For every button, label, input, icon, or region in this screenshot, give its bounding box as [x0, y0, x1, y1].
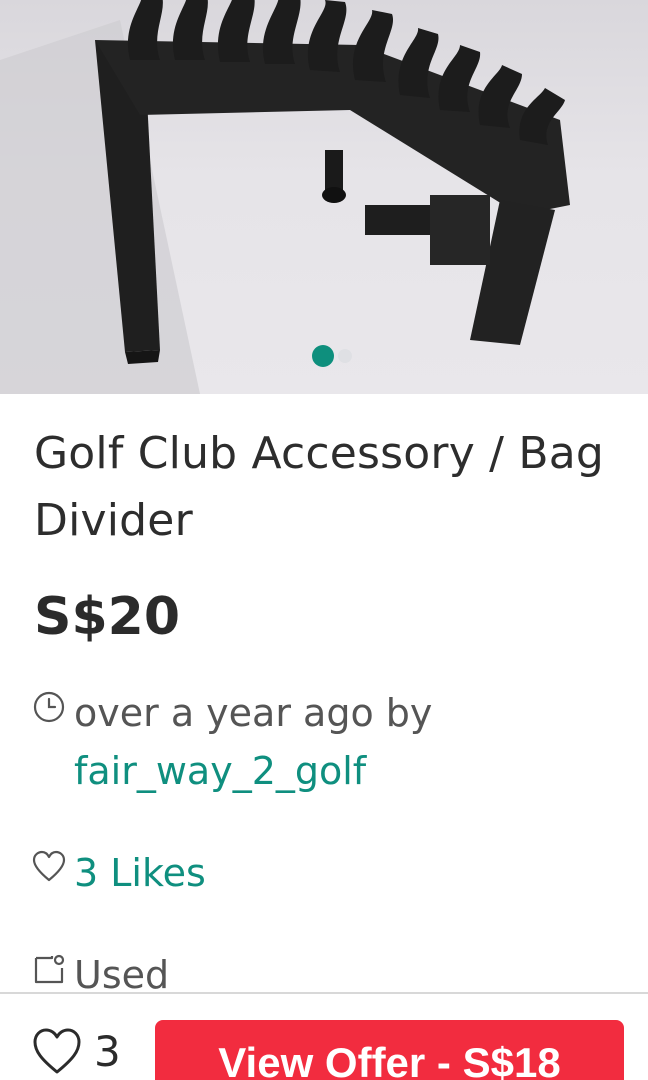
like-count: 3 — [94, 1027, 121, 1076]
heart-icon — [33, 1028, 81, 1074]
product-photo — [0, 0, 570, 394]
bottom-action-bar: 3 View Offer - S$18 — [0, 992, 648, 1080]
listing-page: Golf Club Accessory / Bag Divider S$20 o… — [0, 0, 648, 1080]
product-image-carousel[interactable] — [0, 0, 648, 394]
likes-count[interactable]: 3 Likes — [74, 844, 206, 902]
posted-info: over a year ago by — [32, 684, 432, 742]
heart-icon — [32, 850, 66, 882]
carousel-dot-active[interactable] — [312, 345, 334, 367]
likes-row[interactable]: 3 Likes — [32, 844, 206, 902]
carousel-dot[interactable] — [338, 349, 352, 363]
view-offer-button[interactable]: View Offer - S$18 — [155, 1020, 624, 1080]
seller-link[interactable]: fair_way_2_golf — [74, 742, 366, 800]
like-button[interactable]: 3 — [32, 1022, 121, 1080]
clock-icon — [33, 691, 65, 723]
product-price: S$20 — [34, 587, 180, 647]
posted-text: over a year ago by — [74, 691, 433, 735]
tag-icon — [34, 954, 65, 984]
carousel-dots — [312, 345, 352, 367]
product-title: Golf Club Accessory / Bag Divider — [34, 428, 605, 546]
